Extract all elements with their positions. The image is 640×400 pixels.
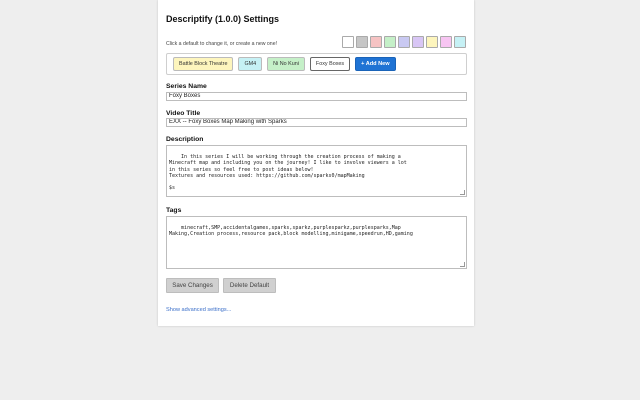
tags-textarea[interactable]: minecraft,SMP,accidentalgames,sparks,spa… — [166, 216, 467, 269]
defaults-hint: Click a default to change it, or create … — [166, 41, 278, 47]
video-title-label: Video Title — [166, 110, 201, 117]
default-chip-ni-no-kuni[interactable]: Ni No Kuni — [267, 57, 305, 71]
description-textarea[interactable]: In this series I will be working through… — [166, 145, 467, 197]
color-swatches — [342, 36, 466, 48]
default-chip-battle-block-theatre[interactable]: Battle Block Theatre — [173, 57, 234, 71]
color-swatch-yellow[interactable] — [426, 36, 438, 48]
show-advanced-settings-link[interactable]: Show advanced settings... — [166, 307, 231, 313]
description-text: In this series I will be working through… — [169, 154, 407, 192]
color-swatch-magenta[interactable] — [440, 36, 452, 48]
series-name-label: Series Name — [166, 83, 207, 90]
settings-panel: Descriptify (1.0.0) Settings Click a def… — [158, 0, 474, 326]
color-swatch-white[interactable] — [342, 36, 354, 48]
resize-handle[interactable] — [460, 190, 465, 195]
tags-text: minecraft,SMP,accidentalgames,sparks,spa… — [169, 225, 413, 238]
defaults-list: Battle Block Theatre GM4 Ni No Kuni Foxy… — [166, 53, 467, 75]
color-swatch-purple[interactable] — [412, 36, 424, 48]
color-swatch-green[interactable] — [384, 36, 396, 48]
delete-default-button[interactable]: Delete Default — [223, 278, 276, 293]
add-new-button[interactable]: + Add New — [355, 57, 396, 71]
page-title: Descriptify (1.0.0) Settings — [166, 14, 280, 24]
default-chip-foxy-boxes[interactable]: Foxy Boxes — [309, 57, 351, 71]
resize-handle[interactable] — [460, 262, 465, 267]
save-changes-button[interactable]: Save Changes — [166, 278, 219, 293]
description-label: Description — [166, 136, 204, 143]
color-swatch-cyan[interactable] — [454, 36, 466, 48]
video-title-input[interactable]: EXX -- Foxy Boxes Map Making with Sparks — [166, 118, 467, 127]
color-swatch-pink[interactable] — [370, 36, 382, 48]
series-name-input[interactable]: Foxy Boxes — [166, 92, 467, 101]
tags-label: Tags — [166, 207, 182, 214]
default-chip-gm4[interactable]: GM4 — [238, 57, 263, 71]
color-swatch-blue[interactable] — [398, 36, 410, 48]
color-swatch-gray[interactable] — [356, 36, 368, 48]
